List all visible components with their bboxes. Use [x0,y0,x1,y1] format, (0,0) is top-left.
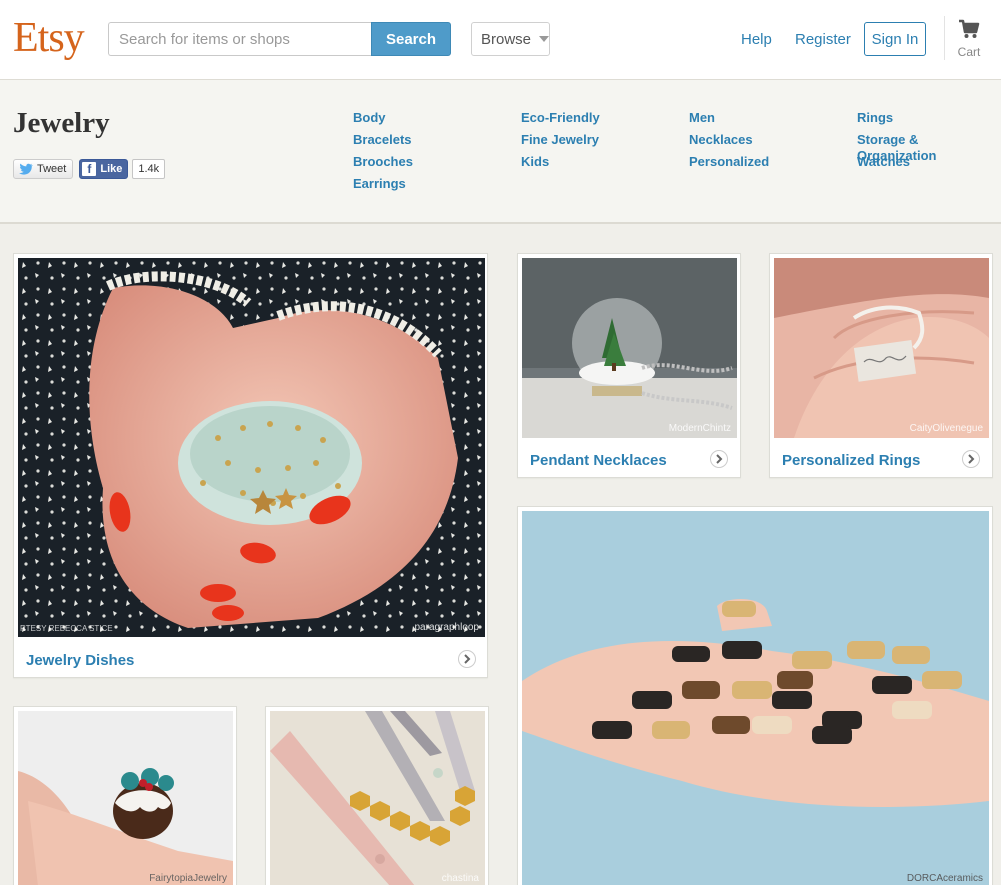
shop-credit[interactable]: DORCAceramics [907,873,983,884]
leather-necklace-image [270,711,485,885]
category-links-col-1: Body Bracelets Brooches Earrings [353,110,413,198]
browse-label: Browse [481,30,532,48]
cart-button[interactable]: Cart [952,18,986,59]
pudding-ring-photo[interactable]: FairytopiaJewelry [18,711,233,885]
top-header: Etsy Search Browse Help Register Sign In… [0,0,1001,80]
category-link-necklaces[interactable]: Necklaces [689,132,769,154]
etsy-logo[interactable]: Etsy [13,14,85,62]
search-bar: Search [108,22,451,56]
category-link-body[interactable]: Body [353,110,413,132]
personalized-ring-image [774,258,989,438]
shop-credit[interactable]: FairytopiaJewelry [149,873,227,884]
like-count: 1.4k [132,159,166,179]
facebook-icon: f [82,162,97,176]
tweet-label: Tweet [37,163,67,175]
dog-figurines-image [522,511,989,885]
category-link-kids[interactable]: Kids [521,154,600,176]
tile-dog-figurines[interactable]: DORCAceramics [517,506,993,885]
shop-credit[interactable]: CaityOlivenegue [910,423,983,434]
category-link-eco-friendly[interactable]: Eco-Friendly [521,110,600,132]
category-link-men[interactable]: Men [689,110,769,132]
search-input[interactable] [108,22,371,56]
cart-label: Cart [957,45,981,59]
chevron-right-icon[interactable] [710,450,728,468]
category-link-personalized[interactable]: Personalized [689,154,769,176]
shop-credit[interactable]: paragraphloop [415,622,480,633]
tile-jewelry-dishes[interactable]: paragraphloop RTESY REBECCA STICE Jewelr… [13,253,488,678]
category-link-bracelets[interactable]: Bracelets [353,132,413,154]
pudding-ring-image [18,711,233,885]
category-link-brooches[interactable]: Brooches [353,154,413,176]
like-label: Like [100,163,123,175]
browse-dropdown[interactable]: Browse [471,22,550,56]
category-links-col-4: Rings Storage & Organization Watches [857,110,1001,176]
category-link-earrings[interactable]: Earrings [353,176,413,198]
tile-personalized-rings[interactable]: CaityOlivenegue Personalized Rings [769,253,993,478]
shop-credit[interactable]: ModernChintz [669,423,731,434]
sign-in-button[interactable]: Sign In [864,22,926,56]
tile-leather-necklaces[interactable]: chastina [265,706,489,885]
twitter-bird-icon [19,163,33,175]
search-button[interactable]: Search [371,22,451,56]
tile-label[interactable]: Jewelry Dishes [26,652,134,669]
jewelry-dish-image [18,258,485,637]
shop-credit[interactable]: chastina [442,873,479,884]
tile-label[interactable]: Personalized Rings [782,452,920,469]
category-links-col-2: Eco-Friendly Fine Jewelry Kids [521,110,600,176]
tile-label[interactable]: Pendant Necklaces [530,452,667,469]
facebook-like-button[interactable]: f Like [79,159,129,179]
pendant-necklace-photo[interactable]: ModernChintz [522,258,737,438]
category-link-storage-organization[interactable]: Storage & Organization [857,132,1001,163]
tweet-button[interactable]: Tweet [13,159,74,179]
dog-figurines-photo[interactable]: DORCAceramics [522,511,989,885]
page-title: Jewelry [13,107,110,139]
tile-pudding-ring[interactable]: FairytopiaJewelry [13,706,237,885]
chevron-right-icon[interactable] [458,650,476,668]
help-link[interactable]: Help [741,31,772,48]
pendant-necklace-image [522,258,737,438]
category-links-col-3: Men Necklaces Personalized [689,110,769,176]
jewelry-dish-photo[interactable]: paragraphloop RTESY REBECCA STICE [18,258,485,637]
cart-icon [959,19,980,38]
register-link[interactable]: Register [795,31,851,48]
social-share: Tweet f Like 1.4k [13,159,166,179]
header-divider [944,16,945,60]
tile-pendant-necklaces[interactable]: ModernChintz Pendant Necklaces [517,253,741,478]
category-header: Jewelry Tweet f Like 1.4k Body Bracelets… [0,80,1001,224]
personalized-ring-photo[interactable]: CaityOlivenegue [774,258,989,438]
leather-necklace-photo[interactable]: chastina [270,711,485,885]
chevron-right-icon[interactable] [962,450,980,468]
caret-down-icon [539,36,550,42]
category-link-fine-jewelry[interactable]: Fine Jewelry [521,132,600,154]
category-link-rings[interactable]: Rings [857,110,1001,132]
photo-watermark: RTESY REBECCA STICE [20,624,113,633]
